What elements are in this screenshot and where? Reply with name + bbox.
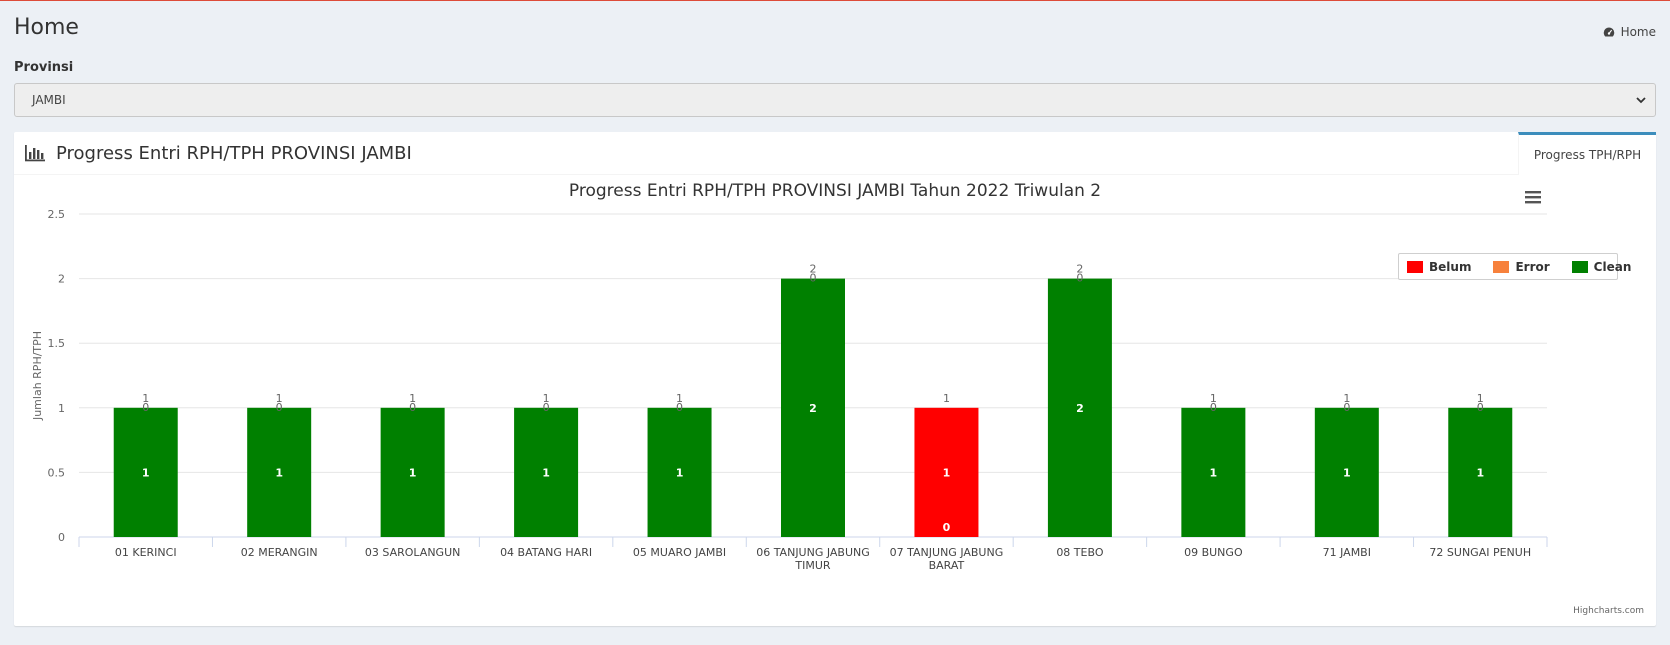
chart-title: Progress Entri RPH/TPH PROVINSI JAMBI Ta… <box>568 181 1102 201</box>
provinsi-select[interactable]: JAMBI <box>14 83 1656 117</box>
total-label: 2 <box>1076 263 1083 276</box>
data-label: 1 <box>676 466 684 479</box>
legend-swatch-error <box>1493 260 1510 273</box>
chevron-down-icon <box>1636 97 1646 104</box>
page-title: Home <box>14 15 79 40</box>
x-category-label: 71 JAMBI <box>1323 546 1371 559</box>
x-category-label: 02 MERANGIN <box>241 546 318 559</box>
hamburger-menu-icon[interactable] <box>1524 189 1542 205</box>
data-label: 1 <box>142 466 150 479</box>
y-tick-label: 2.5 <box>48 208 66 221</box>
x-category-label: 08 TEBO <box>1056 546 1104 559</box>
x-category-label: 03 SAROLANGUN <box>365 546 460 559</box>
total-label: 1 <box>1477 392 1484 405</box>
data-label: 1 <box>1476 466 1484 479</box>
data-label: 1 <box>943 466 951 479</box>
chart-container: 0 0.5 1 1.5 2 2.5 Jumlah RPH/TPH 1 0 1 01 KERINCI 1… <box>14 175 1656 626</box>
y-tick-label: 1.5 <box>48 337 66 350</box>
legend-item-belum[interactable]: Belum <box>1407 260 1471 274</box>
y-tick-label: 0 <box>58 531 65 544</box>
chart-plot: 0 0.5 1 1.5 2 2.5 Jumlah RPH/TPH 1 0 1 01 KERINCI 1… <box>31 208 1548 572</box>
legend-item-error[interactable]: Error <box>1493 259 1550 274</box>
data-label: 1 <box>542 466 550 479</box>
x-category-label: 07 TANJUNG JABUNG <box>890 546 1004 559</box>
total-label: 1 <box>142 392 149 405</box>
chart-legend: Belum Error Clean <box>1398 253 1631 280</box>
data-label: 1 <box>1210 466 1218 479</box>
total-label: 1 <box>1343 392 1350 405</box>
y-axis-title: Jumlah RPH/TPH <box>31 331 44 421</box>
legend-label-belum: Belum <box>1429 259 1472 274</box>
total-label: 1 <box>543 392 550 405</box>
dashboard-icon <box>1603 27 1614 37</box>
data-label: 1 <box>1343 466 1351 479</box>
y-tick-label: 2 <box>58 273 65 286</box>
data-label: 1 <box>275 466 283 479</box>
x-category-label: 72 SUNGAI PENUH <box>1429 546 1531 559</box>
x-category-label: 05 MUARO JAMBI <box>633 546 726 559</box>
y-tick-label: 0.5 <box>48 466 66 479</box>
data-label: 2 <box>1076 402 1084 415</box>
tab-progress-tph-rph[interactable]: Progress TPH/RPH <box>1518 132 1656 175</box>
highcharts-credits[interactable]: Highcharts.com <box>1573 606 1644 616</box>
total-label: 1 <box>1210 392 1217 405</box>
x-category-label: 01 KERINCI <box>115 546 177 559</box>
provinsi-label: Provinsi <box>14 60 74 75</box>
x-category-label: TIMUR <box>794 559 831 572</box>
legend-swatch-clean <box>1571 260 1588 273</box>
legend-label-clean: Clean <box>1593 259 1632 274</box>
total-label: 1 <box>676 392 683 405</box>
provinsi-selected-value: JAMBI <box>32 93 66 107</box>
breadcrumb-home[interactable]: Home <box>1621 25 1656 39</box>
box-title: Progress Entri RPH/TPH PROVINSI JAMBI <box>56 143 412 164</box>
y-tick-label: 1 <box>58 402 65 415</box>
x-category-label: 06 TANJUNG JABUNG <box>756 546 870 559</box>
total-label: 2 <box>810 263 817 276</box>
data-label-zero: 0 <box>943 521 951 534</box>
x-category-label: BARAT <box>929 559 965 572</box>
breadcrumb[interactable]: Home <box>1603 25 1656 39</box>
progress-box: Progress Entri RPH/TPH PROVINSI JAMBI Pr… <box>14 132 1656 626</box>
x-category-label: 04 BATANG HARI <box>500 546 592 559</box>
total-label: 1 <box>276 392 283 405</box>
content-header: Home Home <box>0 1 1670 53</box>
x-category-label: 09 BUNGO <box>1184 546 1243 559</box>
legend-item-clean[interactable]: Clean <box>1571 259 1632 274</box>
total-label: 1 <box>943 392 950 405</box>
legend-swatch-belum <box>1407 260 1423 273</box>
box-header: Progress Entri RPH/TPH PROVINSI JAMBI Pr… <box>14 132 1656 175</box>
legend-label-error: Error <box>1515 259 1550 274</box>
data-label: 1 <box>409 466 417 479</box>
data-label: 2 <box>809 402 817 415</box>
bar-chart-icon <box>25 145 45 162</box>
total-label: 1 <box>409 392 416 405</box>
